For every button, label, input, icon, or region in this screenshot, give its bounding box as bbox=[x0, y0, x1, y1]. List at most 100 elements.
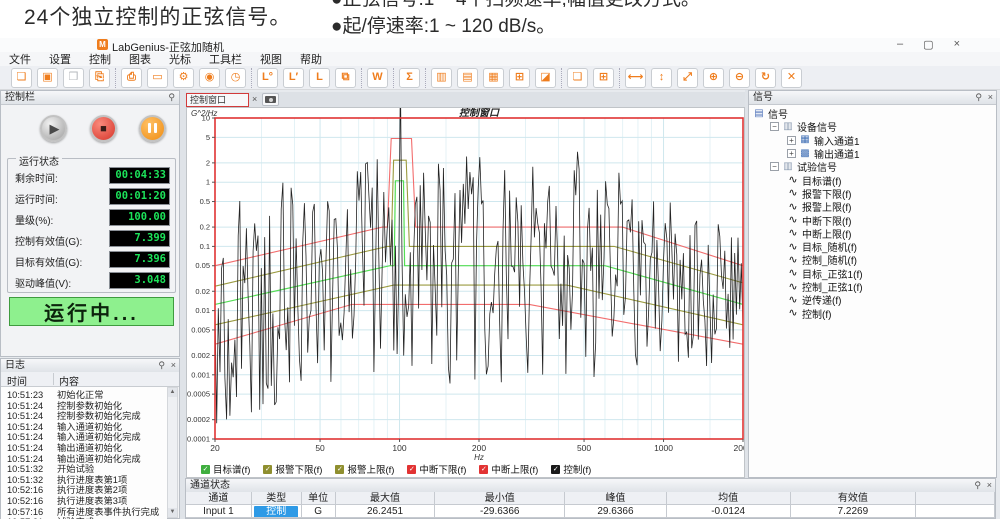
log-scrollbar[interactable]: ▲ ▼ bbox=[167, 387, 178, 518]
menu-item-6[interactable]: 视图 bbox=[251, 51, 291, 67]
close-icon[interactable]: × bbox=[988, 91, 993, 104]
bar-chart-2-button[interactable]: ▤ bbox=[457, 68, 478, 88]
cascade-windows-icon: ⊞ bbox=[599, 72, 608, 83]
pin-icon[interactable]: ⚲ bbox=[974, 479, 981, 492]
export-button[interactable]: ⎘ bbox=[89, 68, 110, 88]
log-row[interactable]: 10:51:32开始试验 bbox=[1, 461, 167, 472]
save-button[interactable]: ▣ bbox=[37, 68, 58, 88]
maximize-button[interactable]: ▢ bbox=[923, 38, 933, 51]
pin-icon[interactable]: ⚲ bbox=[168, 91, 175, 104]
snapshot-button[interactable]: ▭ bbox=[147, 68, 168, 88]
log-row[interactable]: 10:51:24控制参数初始化 bbox=[1, 398, 167, 409]
menu-item-2[interactable]: 控制 bbox=[80, 51, 120, 67]
wave-icon: ∿ bbox=[787, 201, 799, 213]
legend-checkbox[interactable]: ✓ bbox=[551, 465, 560, 474]
bar-chart-3-button[interactable]: ▦ bbox=[483, 68, 504, 88]
legend-checkbox[interactable]: ✓ bbox=[201, 465, 210, 474]
menu-item-4[interactable]: 光标 bbox=[160, 51, 200, 67]
schedule-clock-button[interactable]: ◷ bbox=[225, 68, 246, 88]
legend-checkbox[interactable]: ✓ bbox=[479, 465, 488, 474]
close-button[interactable]: × bbox=[954, 38, 960, 51]
channel-cell-4: -29.6366 bbox=[435, 505, 565, 518]
log-row[interactable]: 10:51:24输出通道初始化 bbox=[1, 440, 167, 451]
legend-checkbox[interactable]: ✓ bbox=[407, 465, 416, 474]
channel-row[interactable]: Input 1控制G26.2451-29.636629.6366-0.01247… bbox=[186, 505, 995, 518]
menu-item-0[interactable]: 文件 bbox=[0, 51, 40, 67]
chart-grid-button[interactable]: ⊞ bbox=[509, 68, 530, 88]
log-row[interactable]: 10:51:24输入通道初始化完成 bbox=[1, 429, 167, 440]
cascade-windows-button[interactable]: ⊞ bbox=[593, 68, 614, 88]
open-button[interactable]: ❒ bbox=[63, 68, 84, 88]
snapshot-button[interactable] bbox=[262, 93, 279, 106]
close-icon[interactable]: × bbox=[171, 359, 176, 372]
fit-vertical-button[interactable]: ↕ bbox=[651, 68, 672, 88]
control-spectrum-chart[interactable]: 105210.50.20.10.050.020.010.0050.0020.00… bbox=[187, 108, 744, 460]
color-scheme-button[interactable]: ◉ bbox=[199, 68, 220, 88]
log-row[interactable]: 10:51:24输出通道初始化完成 bbox=[1, 451, 167, 462]
tree-item-5[interactable]: ∿目标谱(f) bbox=[749, 173, 996, 186]
menu-item-5[interactable]: 工具栏 bbox=[200, 51, 251, 67]
scroll-up-icon[interactable]: ▲ bbox=[168, 388, 177, 397]
tree-item-8[interactable]: ∿中断下限(f) bbox=[749, 213, 996, 226]
menu-item-7[interactable]: 帮助 bbox=[291, 51, 331, 67]
log-row[interactable]: 10:51:24输入通道初始化 bbox=[1, 419, 167, 430]
log-row[interactable]: 10:52:16执行进度表第2项 bbox=[1, 482, 167, 493]
close-icon[interactable]: × bbox=[987, 479, 992, 492]
expand-icon[interactable]: + bbox=[787, 149, 796, 158]
tree-item-0[interactable]: ▤信号 bbox=[749, 107, 996, 120]
cursor-l0-button[interactable]: L° bbox=[257, 68, 278, 88]
tree-item-12[interactable]: ∿目标_正弦1(f) bbox=[749, 267, 996, 280]
pin-icon[interactable]: ⚲ bbox=[975, 91, 982, 104]
bar-chart-1-button[interactable]: ▥ bbox=[431, 68, 452, 88]
cursor-l1-button[interactable]: L′ bbox=[283, 68, 304, 88]
start-button[interactable]: ▶ bbox=[40, 115, 67, 142]
tree-item-7[interactable]: ∿报警上限(f) bbox=[749, 200, 996, 213]
zoom-out-button[interactable]: ⊖ bbox=[729, 68, 750, 88]
tree-item-4[interactable]: −▥试验信号 bbox=[749, 160, 996, 173]
tab-close-icon[interactable]: × bbox=[252, 94, 257, 104]
tab-control-window[interactable]: 控制窗口 bbox=[186, 93, 249, 107]
tree-item-13[interactable]: ∿控制_正弦1(f) bbox=[749, 280, 996, 293]
collapse-icon[interactable]: − bbox=[770, 162, 779, 171]
log-row[interactable]: 10:51:32执行进度表第1项 bbox=[1, 472, 167, 483]
tree-item-3[interactable]: +▩输出通道1 bbox=[749, 147, 996, 160]
minimize-button[interactable]: – bbox=[897, 38, 903, 51]
scroll-down-icon[interactable]: ▼ bbox=[168, 508, 177, 517]
legend-checkbox[interactable]: ✓ bbox=[263, 465, 272, 474]
tree-item-14[interactable]: ∿逆传递(f) bbox=[749, 293, 996, 306]
tree-item-11[interactable]: ∿控制_随机(f) bbox=[749, 253, 996, 266]
log-row[interactable]: 10:51:23初始化正常 bbox=[1, 387, 167, 398]
clear-button[interactable]: ✕ bbox=[781, 68, 802, 88]
legend-checkbox[interactable]: ✓ bbox=[335, 465, 344, 474]
word-report-button[interactable]: W bbox=[367, 68, 388, 88]
log-row[interactable]: 10:57:16所有进度表事件执行完成 bbox=[1, 504, 167, 515]
sum-button[interactable]: Σ bbox=[399, 68, 420, 88]
cursor-l2-button[interactable]: L bbox=[309, 68, 330, 88]
collapse-icon[interactable]: − bbox=[770, 122, 779, 131]
print-button[interactable]: ⎙ bbox=[121, 68, 142, 88]
settings-gear-button[interactable]: ⚙ bbox=[173, 68, 194, 88]
output-icon: ▩ bbox=[799, 148, 811, 160]
fit-horizontal-button[interactable]: ⟷ bbox=[625, 68, 646, 88]
new-file-button[interactable]: ❏ bbox=[11, 68, 32, 88]
stop-button[interactable]: ■ bbox=[90, 115, 117, 142]
tree-item-1[interactable]: −▥设备信号 bbox=[749, 120, 996, 133]
tree-item-9[interactable]: ∿中断上限(f) bbox=[749, 227, 996, 240]
expand-icon[interactable]: + bbox=[787, 136, 796, 145]
zoom-in-button[interactable]: ⊕ bbox=[703, 68, 724, 88]
overlay-window-button[interactable]: ⧉ bbox=[335, 68, 356, 88]
tile-windows-button[interactable]: ❏ bbox=[567, 68, 588, 88]
tree-item-15[interactable]: ∿控制(f) bbox=[749, 306, 996, 319]
chart-slope-button[interactable]: ◪ bbox=[535, 68, 556, 88]
tree-item-6[interactable]: ∿报警下限(f) bbox=[749, 187, 996, 200]
menu-item-1[interactable]: 设置 bbox=[40, 51, 80, 67]
pause-button[interactable] bbox=[139, 115, 166, 142]
refresh-button[interactable]: ↻ bbox=[755, 68, 776, 88]
log-row[interactable]: 10:51:24控制参数初始化完成 bbox=[1, 408, 167, 419]
tree-item-2[interactable]: +▦输入通道1 bbox=[749, 134, 996, 147]
fit-diagonal-button[interactable]: ⤢ bbox=[677, 68, 698, 88]
menu-item-3[interactable]: 图表 bbox=[120, 51, 160, 67]
tree-item-10[interactable]: ∿目标_随机(f) bbox=[749, 240, 996, 253]
pin-icon[interactable]: ⚲ bbox=[158, 359, 165, 372]
log-row[interactable]: 10:52:16执行进度表第3项 bbox=[1, 493, 167, 504]
